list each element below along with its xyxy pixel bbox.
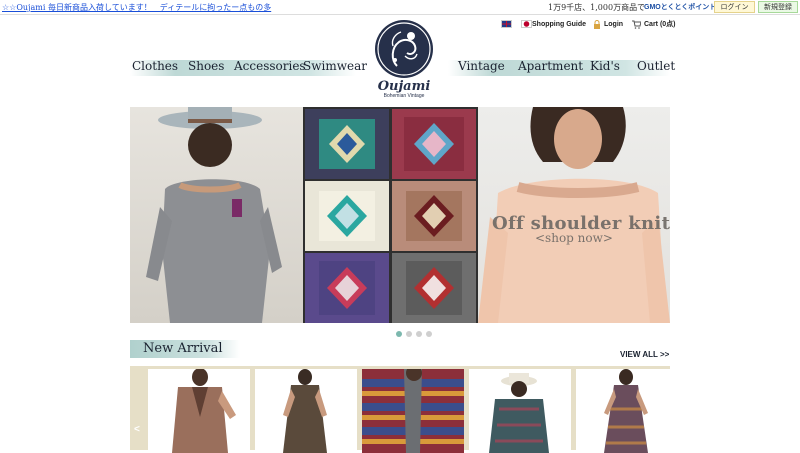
product-image bbox=[469, 369, 571, 453]
brand-name: Oujami bbox=[377, 79, 431, 94]
new-arrival-carousel: < > bbox=[130, 366, 678, 453]
textile-tile bbox=[392, 253, 476, 323]
gmo-badge-label: GMOとくとくポイント bbox=[644, 4, 717, 11]
textile-tile bbox=[392, 109, 476, 179]
nav-kids-label: Kid's bbox=[590, 59, 620, 73]
member-login-button[interactable]: ログイン bbox=[714, 1, 755, 13]
product-card[interactable] bbox=[148, 369, 250, 453]
new-arrival-title: New Arrival bbox=[143, 341, 223, 356]
slider-dot-4[interactable] bbox=[426, 331, 432, 337]
textile-tile bbox=[305, 253, 389, 323]
hero-slider[interactable]: Off shoulder knit <shop now> bbox=[130, 107, 670, 323]
brand-logo[interactable]: Oujami Bohemian Vintage bbox=[372, 20, 436, 102]
nav-accessories-label: Accessories bbox=[234, 59, 306, 73]
hero-model-back-image bbox=[130, 107, 303, 323]
slider-dot-1[interactable] bbox=[396, 331, 402, 337]
cart-icon bbox=[632, 20, 641, 29]
product-image bbox=[148, 369, 250, 453]
peacock-emblem bbox=[377, 22, 431, 76]
slider-dot-3[interactable] bbox=[416, 331, 422, 337]
signup-label: 新規登録 bbox=[764, 3, 792, 11]
nav-outlet-label: Outlet bbox=[637, 59, 676, 73]
language-switcher bbox=[501, 18, 532, 30]
product-card[interactable] bbox=[255, 369, 357, 453]
product-card[interactable] bbox=[576, 369, 678, 453]
nav-swimwear[interactable]: Swimwear bbox=[303, 59, 367, 77]
nav-outlet[interactable]: Outlet bbox=[637, 59, 675, 77]
carousel-prev-arrow[interactable]: < bbox=[134, 424, 140, 435]
nav-apartment-label: Apartment bbox=[518, 59, 584, 73]
nav-kids[interactable]: Kid's bbox=[590, 59, 620, 77]
lock-icon bbox=[594, 19, 600, 29]
member-login-label: ログイン bbox=[720, 3, 749, 11]
slider-dots bbox=[396, 331, 432, 337]
uk-flag-icon[interactable] bbox=[501, 20, 512, 28]
shopping-guide-label: Shopping Guide bbox=[532, 20, 587, 28]
nav-clothes[interactable]: Clothes bbox=[132, 59, 178, 77]
cart-link[interactable]: Cart (0点) bbox=[632, 18, 676, 30]
product-card[interactable] bbox=[362, 369, 464, 453]
slider-dot-2[interactable] bbox=[406, 331, 412, 337]
nav-accessories[interactable]: Accessories bbox=[234, 59, 306, 77]
nav-vintage-label: Vintage bbox=[458, 59, 505, 73]
login-label: Login bbox=[604, 20, 624, 28]
nav-apartment[interactable]: Apartment bbox=[518, 59, 583, 77]
signup-button[interactable]: 新規登録 bbox=[758, 1, 798, 13]
cart-label: Cart (0点) bbox=[644, 21, 676, 28]
gmo-points-badge[interactable]: GMOとくとくポイント bbox=[644, 2, 716, 12]
product-image bbox=[576, 369, 678, 453]
product-image bbox=[362, 369, 464, 453]
hero-shop-now-link[interactable]: <shop now> bbox=[535, 231, 613, 245]
top-bar: ☆☆Oujami 毎日新商品入荷しています！ ディテールに拘ったー点もの多 1万… bbox=[0, 0, 800, 15]
hero-textile-image bbox=[303, 107, 478, 323]
shopping-guide-link[interactable]: Shopping Guide bbox=[532, 18, 586, 30]
jp-flag-icon[interactable] bbox=[521, 20, 532, 28]
textile-tile bbox=[305, 181, 389, 251]
announcement-link[interactable]: ☆☆Oujami 毎日新商品入荷しています！ ディテールに拘ったー点もの多 bbox=[2, 2, 271, 13]
nav-shoes[interactable]: Shoes bbox=[188, 59, 224, 77]
textile-tile bbox=[392, 181, 476, 251]
product-card[interactable] bbox=[469, 369, 571, 453]
logo-emblem-icon bbox=[375, 20, 433, 78]
product-image bbox=[255, 369, 357, 453]
login-link[interactable]: Login bbox=[593, 18, 623, 30]
nav-swimwear-label: Swimwear bbox=[303, 59, 367, 73]
nav-shoes-label: Shoes bbox=[188, 59, 225, 73]
nav-vintage[interactable]: Vintage bbox=[458, 59, 505, 77]
nav-clothes-label: Clothes bbox=[132, 59, 179, 73]
view-all-link[interactable]: VIEW ALL >> bbox=[620, 350, 669, 359]
textile-tile bbox=[305, 109, 389, 179]
